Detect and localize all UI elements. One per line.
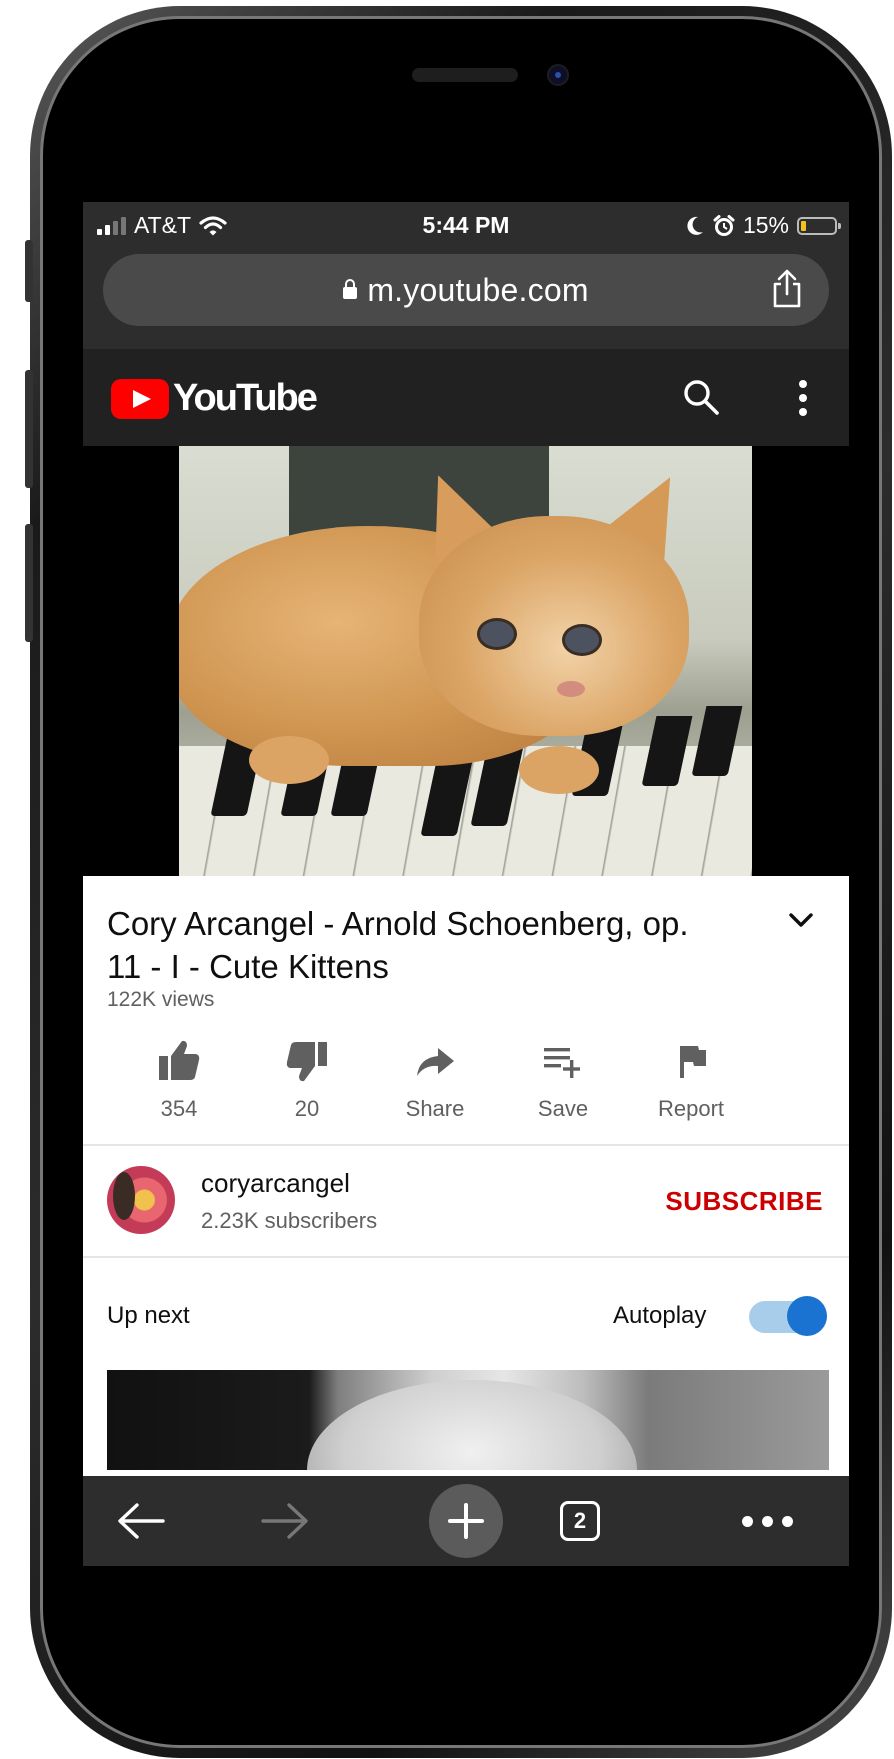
- battery-icon: [797, 216, 841, 235]
- search-icon[interactable]: [681, 377, 721, 417]
- earpiece-speaker: [412, 68, 518, 82]
- channel-row: coryarcangel 2.23K subscribers SUBSCRIBE: [83, 1144, 849, 1254]
- more-horiz-icon: [741, 1515, 793, 1527]
- browser-toolbar: 2: [83, 1476, 849, 1566]
- url-text: m.youtube.com: [367, 272, 589, 308]
- forward-arrow-icon: [261, 1503, 308, 1539]
- share-button[interactable]: Share: [363, 1038, 507, 1122]
- autoplay-label: Autoplay: [613, 1302, 707, 1329]
- lock-icon: [343, 279, 358, 299]
- dislike-button[interactable]: 20: [235, 1038, 379, 1122]
- battery-level: [801, 220, 806, 231]
- subscriber-count: 2.23K subscribers: [201, 1208, 378, 1233]
- alarm-icon: [713, 214, 735, 236]
- address-bar[interactable]: m.youtube.com: [103, 254, 829, 326]
- front-camera: [547, 64, 569, 86]
- youtube-header: YouTube: [83, 349, 849, 446]
- tabs-icon: 2: [560, 1501, 600, 1541]
- subscribe-button[interactable]: SUBSCRIBE: [665, 1186, 823, 1217]
- thumbs-up-icon: [159, 1040, 200, 1080]
- status-bar: AT&T 5:44 PM 15%: [83, 202, 849, 248]
- chevron-down-icon[interactable]: [789, 912, 813, 928]
- phone-screen: AT&T 5:44 PM 15% m.youtube.com YouTube C…: [83, 202, 849, 1566]
- video-player[interactable]: [83, 446, 849, 876]
- youtube-logo[interactable]: YouTube: [111, 377, 318, 420]
- battery-percent: 15%: [742, 212, 789, 238]
- moon-icon: [687, 216, 703, 235]
- playlist-add-icon: [544, 1048, 580, 1078]
- view-count: 122K views: [107, 988, 215, 1011]
- more-button[interactable]: [731, 1476, 803, 1566]
- channel-avatar[interactable]: [107, 1166, 175, 1234]
- save-button[interactable]: Save: [491, 1038, 635, 1122]
- browser-address-area: m.youtube.com: [83, 248, 849, 350]
- report-button[interactable]: Report: [619, 1038, 763, 1122]
- more-vert-icon[interactable]: [797, 379, 809, 417]
- like-button[interactable]: 354: [107, 1038, 251, 1122]
- video-actions: 354 20 Share Save Report: [107, 1038, 829, 1148]
- autoplay-toggle[interactable]: [749, 1296, 827, 1336]
- new-tab-plus-icon: [429, 1484, 503, 1558]
- youtube-wordmark: YouTube: [173, 377, 318, 419]
- new-tab-button[interactable]: [429, 1476, 503, 1566]
- mute-switch: [25, 240, 33, 302]
- forward-button[interactable]: [249, 1476, 321, 1566]
- share-icon[interactable]: [767, 268, 807, 310]
- thumbs-down-icon: [286, 1042, 327, 1082]
- up-next-label: Up next: [107, 1302, 190, 1329]
- back-button[interactable]: [105, 1476, 177, 1566]
- video-title[interactable]: Cory Arcangel - Arnold Schoenberg, op. 1…: [107, 902, 727, 988]
- channel-name[interactable]: coryarcangel: [201, 1168, 350, 1199]
- flag-icon: [680, 1046, 706, 1078]
- youtube-play-icon: [111, 378, 169, 419]
- volume-up-button: [25, 370, 33, 488]
- volume-down-button: [25, 524, 33, 642]
- video-frame-kitten-on-piano: [179, 446, 752, 876]
- back-arrow-icon: [118, 1503, 165, 1539]
- share-arrow-icon: [417, 1048, 454, 1076]
- video-info-panel: Cory Arcangel - Arnold Schoenberg, op. 1…: [83, 876, 849, 1566]
- divider: [83, 1256, 849, 1258]
- tabs-button[interactable]: 2: [535, 1476, 625, 1566]
- up-next-video-thumbnail[interactable]: [107, 1370, 829, 1470]
